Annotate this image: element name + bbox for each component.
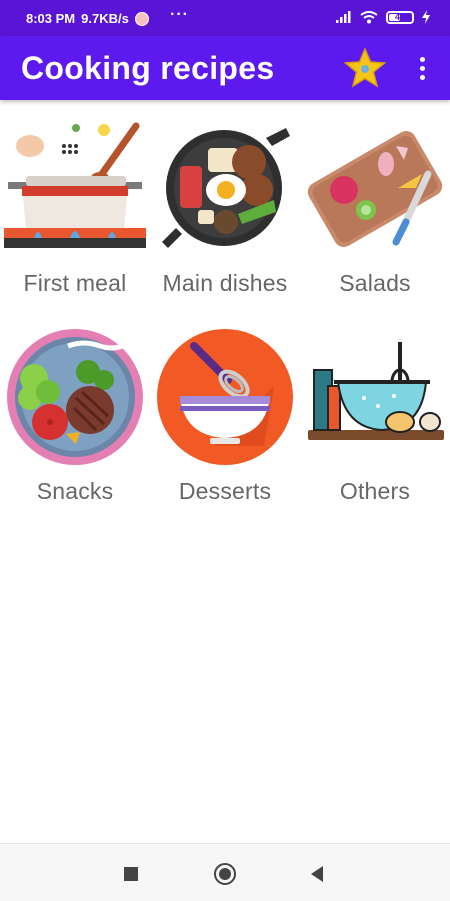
category-snacks[interactable]: Snacks bbox=[0, 326, 150, 526]
home-icon[interactable] bbox=[214, 863, 236, 885]
app-title: Cooking recipes bbox=[21, 50, 275, 86]
category-main-dishes[interactable]: Main dishes bbox=[150, 118, 300, 318]
battery-icon: 47 bbox=[386, 10, 414, 24]
system-nav-bar bbox=[0, 843, 450, 901]
more-vert-icon bbox=[419, 56, 425, 62]
battery-level: 47 bbox=[394, 11, 405, 22]
pot-icon bbox=[4, 118, 146, 260]
charging-icon bbox=[422, 10, 430, 24]
status-more: ··· bbox=[170, 6, 189, 23]
recents-icon[interactable] bbox=[124, 867, 138, 881]
status-bar: 8:03 PM 9.7KB/s ··· 47 bbox=[0, 0, 450, 36]
category-label: Desserts bbox=[178, 478, 272, 504]
more-options-button[interactable] bbox=[410, 52, 434, 84]
back-icon[interactable] bbox=[311, 866, 323, 882]
status-speed: 9.7KB/s bbox=[81, 11, 129, 26]
signal-icon bbox=[336, 11, 351, 23]
category-salads[interactable]: Salads bbox=[300, 118, 450, 318]
status-time: 8:03 PM bbox=[26, 11, 76, 26]
category-label: Salads bbox=[339, 270, 411, 296]
category-label: Main dishes bbox=[162, 270, 288, 296]
mixing-bowl-icon bbox=[304, 326, 446, 468]
favorites-button[interactable] bbox=[340, 44, 390, 92]
category-label: First meal bbox=[23, 270, 127, 296]
status-left: 8:03 PM 9.7KB/s bbox=[26, 11, 149, 26]
app-bar: Cooking recipes bbox=[0, 36, 450, 100]
category-first-meal[interactable]: First meal bbox=[0, 118, 150, 318]
notification-icon bbox=[134, 11, 149, 26]
pan-icon bbox=[154, 118, 296, 260]
plate-icon bbox=[4, 326, 146, 468]
cutting-board-icon bbox=[304, 118, 446, 260]
status-right: 47 bbox=[336, 10, 430, 24]
star-icon bbox=[343, 47, 387, 88]
category-desserts[interactable]: Desserts bbox=[150, 326, 300, 526]
category-label: Others bbox=[339, 478, 411, 504]
category-others[interactable]: Others bbox=[300, 326, 450, 526]
category-label: Snacks bbox=[36, 478, 114, 504]
bowl-whisk-icon bbox=[154, 326, 296, 468]
wifi-icon bbox=[360, 10, 378, 23]
